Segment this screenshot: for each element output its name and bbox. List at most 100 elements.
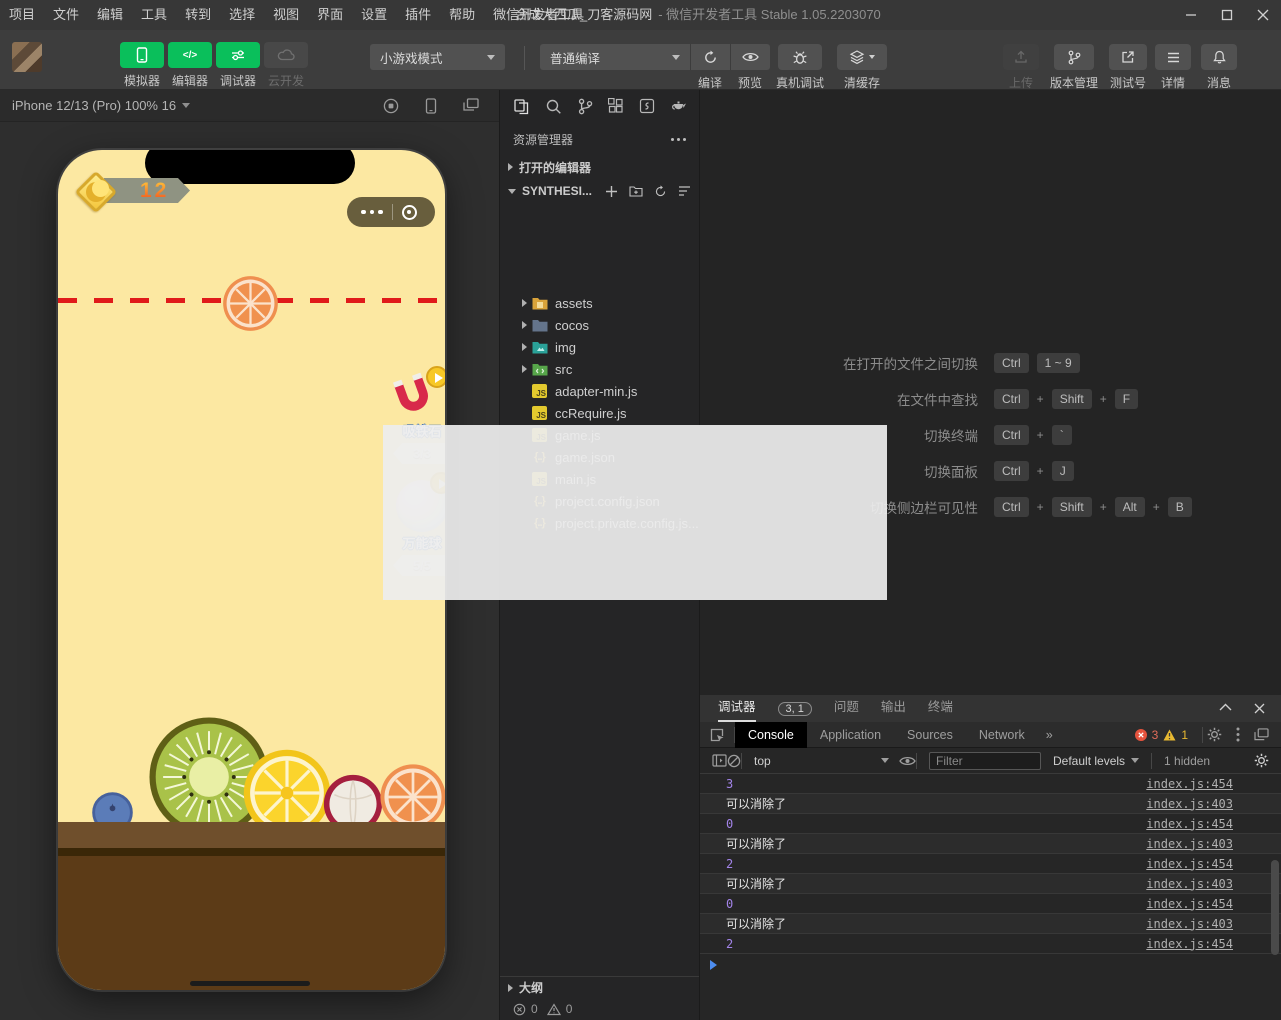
tree-item-file[interactable]: JSccRequire.js — [500, 402, 699, 424]
more-menu-button[interactable] — [361, 210, 383, 215]
log-row[interactable]: 0index.js:454 — [700, 894, 1281, 914]
tab-terminal[interactable]: 终端 — [928, 695, 953, 722]
source-link[interactable]: index.js:403 — [1146, 917, 1233, 931]
rotate-device-icon[interactable] — [425, 98, 437, 114]
version-management-button[interactable]: 版本管理 — [1048, 44, 1100, 91]
device-debug-button[interactable]: 真机调试 — [770, 44, 830, 91]
dock-side-icon[interactable] — [1254, 728, 1269, 741]
debugger-toggle[interactable]: 调试器 — [214, 42, 262, 89]
menu-select[interactable]: 选择 — [220, 0, 264, 30]
source-link[interactable]: index.js:454 — [1146, 857, 1233, 871]
menu-tools[interactable]: 工具 — [132, 0, 176, 30]
tree-item-folder[interactable]: src — [500, 358, 699, 380]
clear-console-icon[interactable] — [727, 754, 741, 768]
details-button[interactable]: 详情 — [1154, 44, 1192, 91]
open-editors-section[interactable]: 打开的编辑器 — [500, 156, 699, 178]
preview-button[interactable] — [730, 44, 770, 70]
problems-status[interactable]: 0 0 — [500, 998, 699, 1020]
editor-toggle[interactable]: </> 编辑器 — [166, 42, 214, 89]
filter-input[interactable] — [929, 752, 1041, 770]
frame-context-select[interactable]: top — [754, 754, 889, 768]
clear-cache-button[interactable]: 清缓存 — [836, 44, 888, 91]
settings-gear-icon[interactable] — [1207, 727, 1222, 742]
console-settings-gear-icon[interactable] — [1254, 753, 1281, 768]
menu-edit[interactable]: 编辑 — [88, 0, 132, 30]
eye-icon[interactable] — [899, 755, 916, 767]
test-account-button[interactable]: 测试号 — [1106, 44, 1150, 91]
more-actions-icon[interactable] — [671, 138, 686, 141]
source-link[interactable]: index.js:454 — [1146, 817, 1233, 831]
tea-icon[interactable] — [670, 99, 688, 114]
tree-item-folder[interactable]: img — [500, 336, 699, 358]
extensions-icon[interactable] — [608, 98, 624, 114]
tab-problems[interactable]: 问题 — [834, 695, 859, 722]
source-link[interactable]: index.js:454 — [1146, 777, 1233, 791]
source-link[interactable]: index.js:403 — [1146, 837, 1233, 851]
log-row[interactable]: 2index.js:454 — [700, 854, 1281, 874]
compile-mode-select[interactable]: 普通编译 — [540, 44, 690, 70]
record-icon[interactable] — [383, 98, 399, 114]
tree-item-folder[interactable]: assets — [500, 292, 699, 314]
new-file-icon[interactable] — [605, 185, 618, 198]
console-prompt[interactable] — [700, 954, 1281, 976]
exit-button[interactable] — [402, 205, 417, 220]
device-selector[interactable]: iPhone 12/13 (Pro) 100% 16 — [12, 98, 176, 113]
inspect-icon[interactable] — [700, 727, 734, 743]
log-row[interactable]: 可以消除了index.js:403 — [700, 834, 1281, 854]
menu-plugins[interactable]: 插件 — [396, 0, 440, 30]
close-button[interactable] — [1245, 0, 1281, 30]
log-levels-select[interactable]: Default levels — [1053, 754, 1139, 768]
snippets-icon[interactable] — [639, 98, 655, 114]
outline-section[interactable]: 大纲 — [500, 976, 699, 998]
menu-goto[interactable]: 转到 — [176, 0, 220, 30]
panel-sources[interactable]: Sources — [894, 722, 966, 748]
game-mode-select[interactable]: 小游戏模式 — [370, 44, 505, 70]
source-link[interactable]: index.js:454 — [1146, 897, 1233, 911]
compile-button[interactable] — [690, 44, 730, 70]
log-row[interactable]: 2index.js:454 — [700, 934, 1281, 954]
tree-item-file[interactable]: JSadapter-min.js — [500, 380, 699, 402]
refresh-icon[interactable] — [654, 185, 667, 198]
tab-debugger[interactable]: 调试器 — [718, 695, 756, 722]
menu-file[interactable]: 文件 — [44, 0, 88, 30]
multi-window-icon[interactable] — [463, 98, 479, 114]
source-control-icon[interactable] — [577, 98, 593, 115]
simulator-toggle[interactable]: 模拟器 — [118, 42, 166, 89]
console-sidebar-icon[interactable] — [700, 754, 727, 767]
more-panels-icon[interactable]: » — [1038, 728, 1061, 742]
cloud-dev-toggle[interactable]: 云开发 — [262, 42, 310, 89]
new-folder-icon[interactable] — [629, 185, 643, 198]
panel-console[interactable]: Console — [735, 722, 807, 748]
log-row[interactable]: 可以消除了index.js:403 — [700, 914, 1281, 934]
source-link[interactable]: index.js:403 — [1146, 797, 1233, 811]
messages-button[interactable]: 消息 — [1200, 44, 1238, 91]
collapse-panel-icon[interactable] — [1219, 703, 1232, 714]
source-link[interactable]: index.js:403 — [1146, 877, 1233, 891]
collapse-all-icon[interactable] — [678, 185, 691, 198]
tree-item-folder[interactable]: cocos — [500, 314, 699, 336]
kebab-menu-icon[interactable] — [1236, 727, 1240, 742]
log-row[interactable]: 可以消除了index.js:403 — [700, 874, 1281, 894]
minimize-button[interactable] — [1173, 0, 1209, 30]
source-link[interactable]: index.js:454 — [1146, 937, 1233, 951]
project-section[interactable]: SYNTHESI... — [500, 180, 699, 202]
avatar[interactable] — [12, 42, 42, 72]
files-icon[interactable] — [513, 98, 530, 115]
scrollbar-thumb[interactable] — [1271, 860, 1279, 955]
search-icon[interactable] — [545, 98, 562, 115]
upload-button[interactable]: 上传 — [1002, 44, 1040, 91]
maximize-button[interactable] — [1209, 0, 1245, 30]
panel-application[interactable]: Application — [807, 722, 894, 748]
menu-help[interactable]: 帮助 — [440, 0, 484, 30]
panel-network[interactable]: Network — [966, 722, 1038, 748]
menu-project[interactable]: 项目 — [0, 0, 44, 30]
log-row[interactable]: 0index.js:454 — [700, 814, 1281, 834]
menu-view[interactable]: 视图 — [264, 0, 308, 30]
menu-settings[interactable]: 设置 — [352, 0, 396, 30]
log-row[interactable]: 3index.js:454 — [700, 774, 1281, 794]
tab-output[interactable]: 输出 — [881, 695, 906, 722]
issue-counts[interactable]: 3 1 — [1135, 728, 1198, 742]
close-panel-icon[interactable] — [1254, 703, 1265, 714]
log-row[interactable]: 可以消除了index.js:403 — [700, 794, 1281, 814]
menu-interface[interactable]: 界面 — [308, 0, 352, 30]
